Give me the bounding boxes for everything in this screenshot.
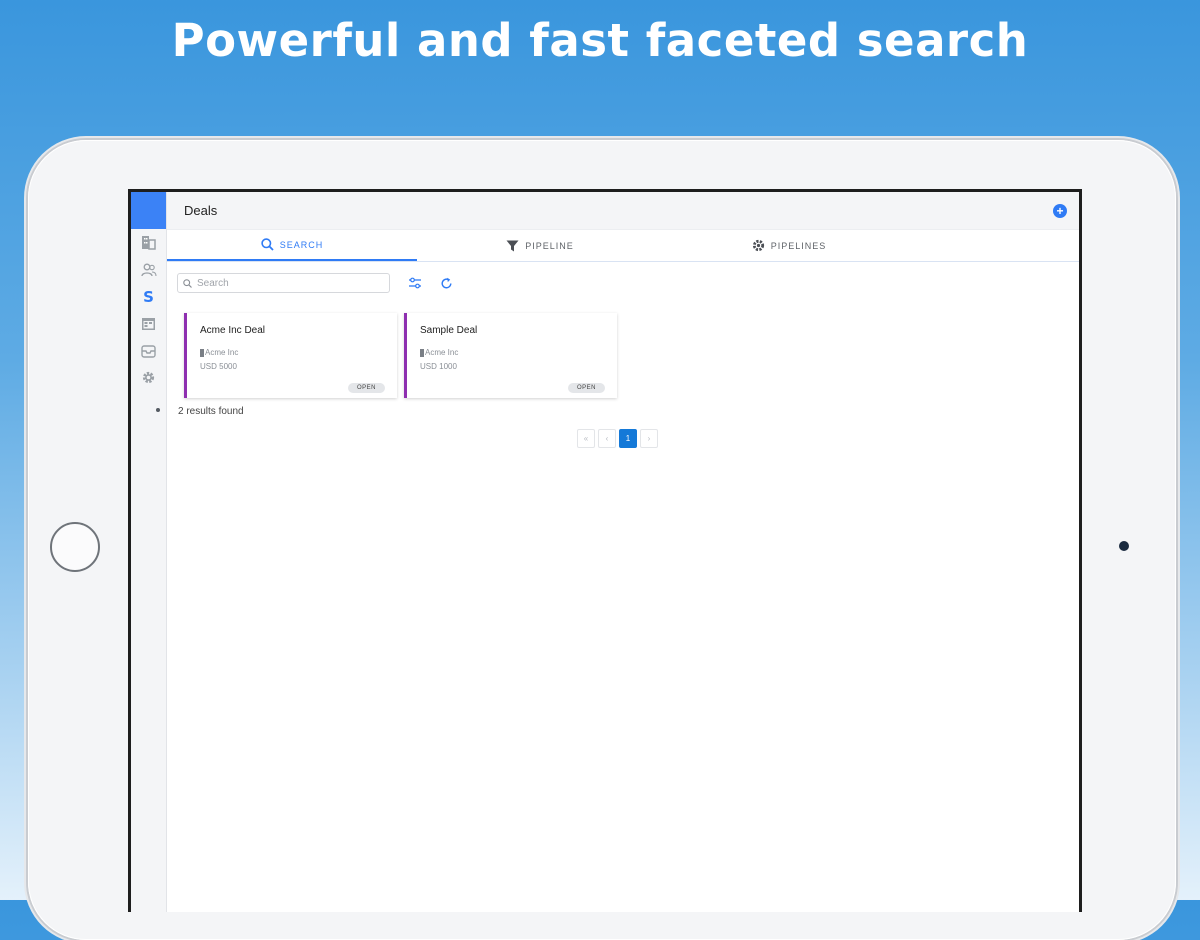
- sliders-icon: [409, 277, 421, 289]
- sidebar-item-inbox[interactable]: [131, 337, 166, 364]
- status-badge: OPEN: [347, 383, 385, 393]
- pagination: « ‹ 1 ›: [577, 429, 658, 448]
- building-icon: [142, 236, 156, 250]
- top-bar: Deals +: [167, 192, 1079, 230]
- building-icon: [420, 348, 424, 357]
- sidebar-item-deals[interactable]: S: [131, 283, 166, 310]
- home-button[interactable]: [50, 522, 100, 572]
- gear-icon: [142, 371, 155, 384]
- page-title: Deals: [184, 203, 218, 218]
- first-page-button[interactable]: «: [577, 429, 595, 448]
- camera-dot: [1119, 541, 1129, 551]
- page-1-button[interactable]: 1: [619, 429, 637, 448]
- calendar-icon: [142, 317, 155, 330]
- funnel-icon: [506, 240, 519, 251]
- gear-icon: [752, 239, 764, 252]
- tab-search-label: SEARCH: [279, 239, 324, 250]
- add-deal-button[interactable]: +: [1053, 203, 1067, 218]
- deal-amount: USD 5000: [200, 362, 237, 371]
- results-count: 2 results found: [178, 406, 244, 417]
- deal-company-name: Acme Inc: [205, 348, 239, 357]
- filter-button[interactable]: [408, 277, 422, 289]
- deal-amount: USD 1000: [420, 362, 457, 371]
- tab-pipelines-label: PIPELINES: [770, 240, 827, 251]
- deal-card[interactable]: Sample Deal Acme Inc USD 1000 OPEN: [404, 313, 617, 398]
- deal-title: Sample Deal: [420, 325, 478, 336]
- search-icon: [183, 278, 192, 288]
- deal-card[interactable]: Acme Inc Deal Acme Inc USD 5000 OPEN: [184, 313, 397, 398]
- contacts-icon: [140, 263, 157, 276]
- sidebar-item-companies[interactable]: [131, 229, 166, 256]
- status-badge: OPEN: [567, 383, 605, 393]
- search-toolbar: [177, 273, 453, 293]
- tab-bar: SEARCH PIPELINE PIPELINES: [167, 230, 1079, 262]
- brand-block[interactable]: [131, 192, 166, 229]
- refresh-icon: [441, 277, 452, 288]
- app-screen: S Deals + SEARCH PIPELINE PIPELINES Sear…: [128, 189, 1082, 912]
- prev-page-button[interactable]: ‹: [598, 429, 616, 448]
- tab-pipeline[interactable]: PIPELINE: [417, 230, 663, 261]
- search-field[interactable]: [177, 273, 390, 293]
- deal-company: Acme Inc: [200, 348, 397, 357]
- tab-pipelines[interactable]: PIPELINES: [663, 230, 915, 261]
- tab-pipeline-label: PIPELINE: [525, 240, 574, 251]
- tab-search[interactable]: SEARCH: [167, 230, 417, 261]
- refresh-button[interactable]: [440, 277, 453, 290]
- search-input[interactable]: [195, 276, 379, 290]
- building-icon: [200, 348, 204, 357]
- sidebar-collapse-dot[interactable]: [156, 408, 160, 412]
- deals-icon: S: [143, 287, 154, 306]
- search-icon: [261, 238, 274, 251]
- sidebar: S: [131, 192, 167, 912]
- sidebar-item-calendar[interactable]: [131, 310, 166, 337]
- sidebar-item-contacts[interactable]: [131, 256, 166, 283]
- headline: Powerful and fast faceted search: [171, 14, 1029, 67]
- deal-company: Acme Inc: [420, 348, 617, 357]
- main-content: Deals + SEARCH PIPELINE PIPELINES Search…: [167, 192, 1079, 912]
- deal-card-list: Acme Inc Deal Acme Inc USD 5000 OPEN Sam…: [184, 313, 617, 398]
- inbox-icon: [141, 344, 156, 358]
- deal-company-name: Acme Inc: [425, 348, 459, 357]
- next-page-button[interactable]: ›: [640, 429, 658, 448]
- sidebar-item-settings[interactable]: [131, 364, 166, 391]
- deal-title: Acme Inc Deal: [200, 325, 266, 336]
